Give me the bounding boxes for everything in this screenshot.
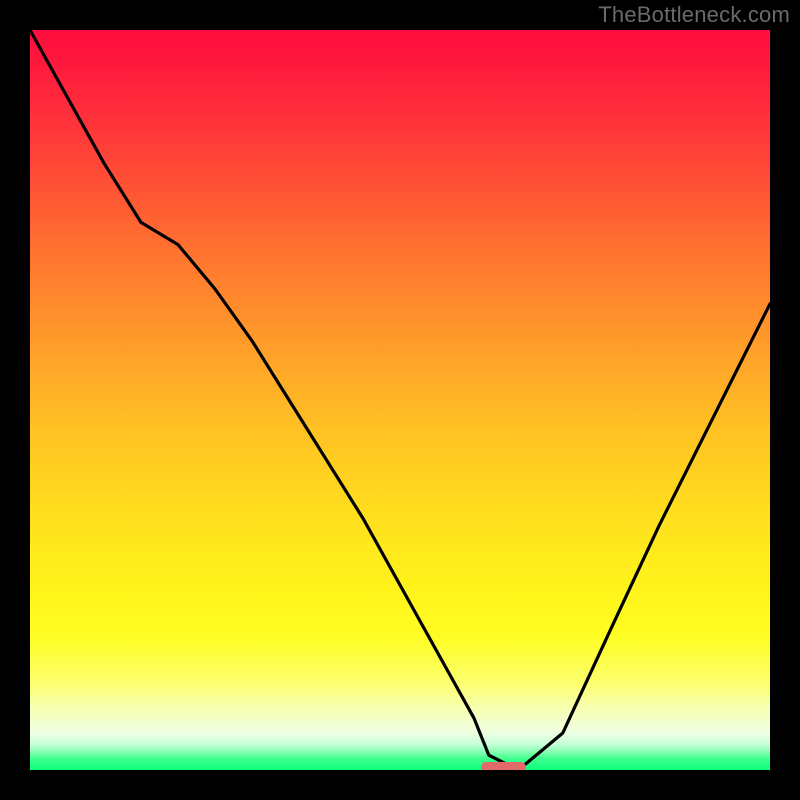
chart-container: TheBottleneck.com <box>0 0 800 800</box>
chart-border-bottom <box>0 770 800 800</box>
attribution-text: TheBottleneck.com <box>598 2 790 28</box>
bottleneck-curve <box>30 30 770 770</box>
chart-border-right <box>770 0 800 800</box>
optimal-marker <box>481 762 525 770</box>
plot-area <box>30 30 770 770</box>
chart-border-left <box>0 0 30 800</box>
